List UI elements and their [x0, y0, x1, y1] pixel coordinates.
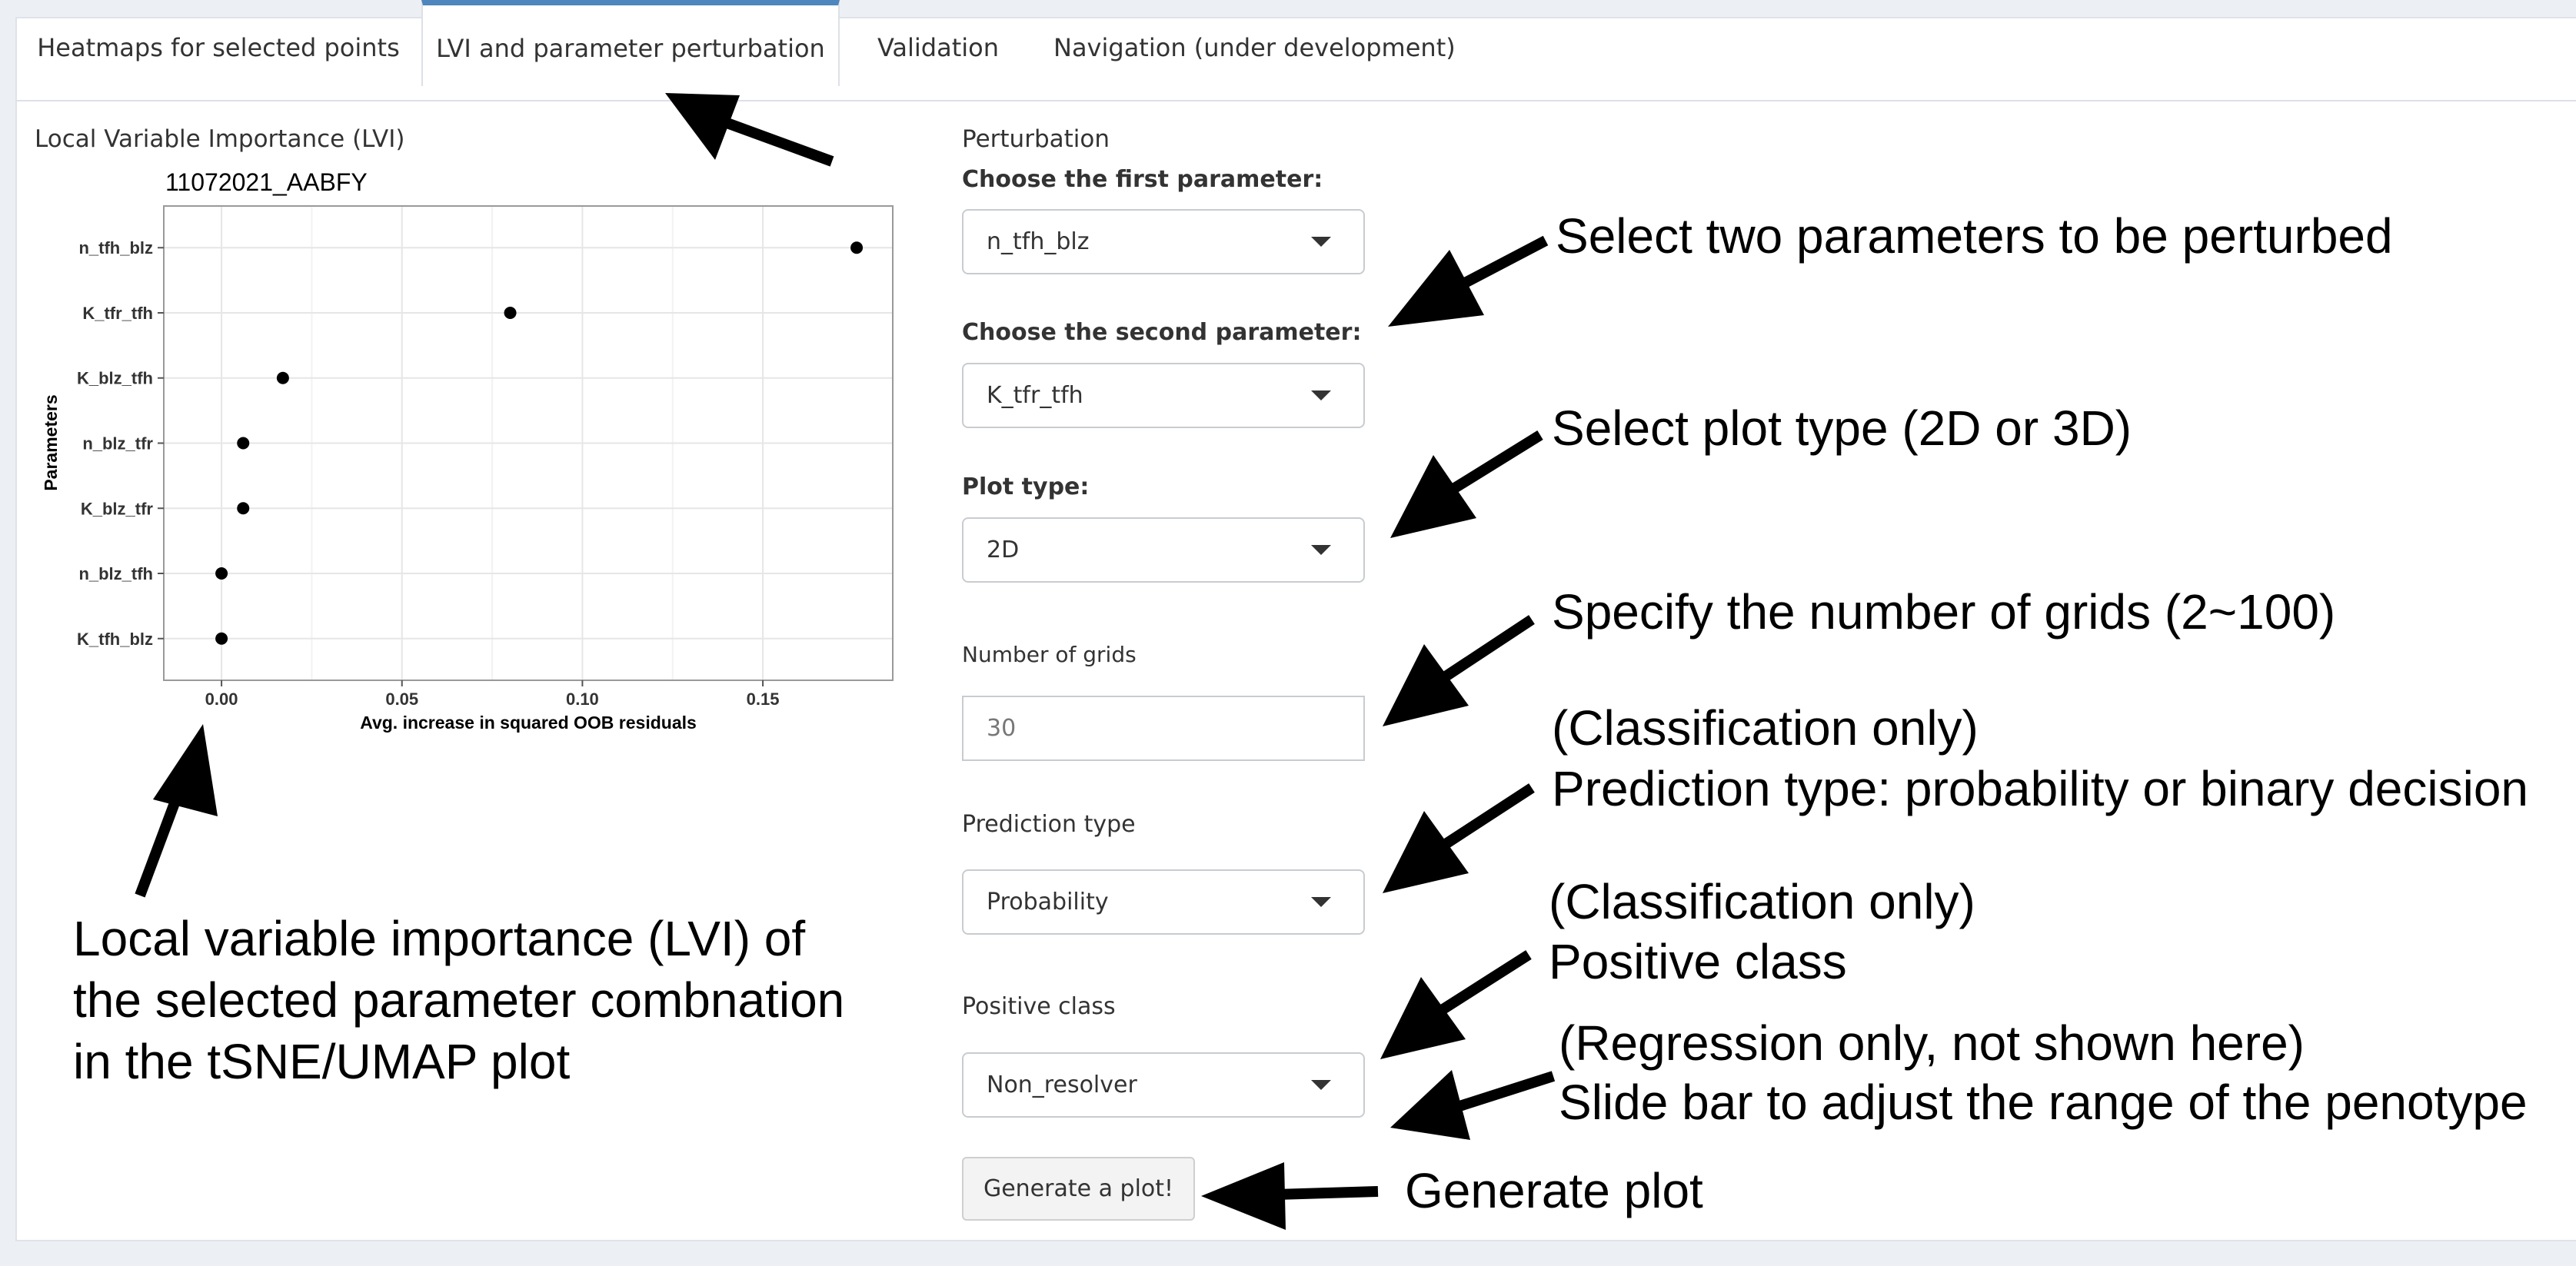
grids-value: 30	[987, 715, 1017, 742]
x-tick-labels: 0.00 0.05 0.10 0.15	[205, 680, 780, 709]
first-param-label: Choose the first parameter:	[962, 166, 1323, 193]
positive-class-select[interactable]: Non_resolver	[962, 1052, 1365, 1118]
chevron-down-icon	[1311, 237, 1331, 247]
positive-class-label: Positive class	[962, 993, 1116, 1020]
x-axis-label: Avg. increase in squared OOB residuals	[360, 713, 697, 733]
y-tick-label: K_tfh_blz	[77, 630, 153, 649]
data-point	[237, 502, 250, 515]
data-point	[215, 632, 228, 645]
annotation-regression-line2: Slide bar to adjust the range of the pen…	[1559, 1075, 2528, 1130]
y-tick-label: n_blz_tfh	[78, 564, 153, 583]
perturbation-section-title: Perturbation	[962, 125, 1110, 153]
annotation-lvi-line3: in the tSNE/UMAP plot	[73, 1034, 571, 1089]
chart-grid	[164, 206, 893, 680]
annotation-grids: Specify the number of grids (2~100)	[1552, 584, 2336, 640]
data-point	[504, 306, 517, 319]
annotation-select-params: Select two parameters to be perturbed	[1556, 208, 2393, 264]
plot-type-select[interactable]: 2D	[962, 517, 1365, 583]
y-tick-label: K_tfr_tfh	[82, 304, 153, 323]
y-tick-label: K_blz_tfr	[81, 499, 154, 518]
generate-plot-button[interactable]: Generate a plot!	[962, 1157, 1195, 1221]
chevron-down-icon	[1311, 545, 1331, 555]
tab-navigation[interactable]: Navigation (under development)	[1053, 0, 1456, 85]
annotation-prediction-line2: Prediction type: probability or binary d…	[1552, 761, 2528, 816]
lvi-chart: 11072021_AABFY n_tfh_blz K_tfr_tfh K_blz_t…	[41, 168, 894, 733]
chart-title: 11072021_AABFY	[165, 168, 368, 196]
y-axis-label: Parameters	[41, 394, 61, 490]
data-point	[850, 241, 864, 254]
prediction-type-value: Probability	[987, 889, 1109, 915]
second-param-label: Choose the second parameter:	[962, 319, 1362, 346]
data-point	[237, 437, 250, 450]
plot-type-label: Plot type:	[962, 474, 1090, 500]
second-param-select[interactable]: K_tfr_tfh	[962, 363, 1365, 428]
prediction-type-select[interactable]: Probability	[962, 869, 1365, 935]
annotation-prediction-line1: (Classification only)	[1552, 700, 1979, 756]
first-param-value: n_tfh_blz	[987, 228, 1090, 255]
annotation-lvi-line2: the selected parameter combnation	[73, 972, 845, 1028]
chevron-down-icon	[1311, 897, 1331, 907]
positive-class-value: Non_resolver	[987, 1072, 1137, 1098]
annotation-regression-line1: (Regression only, not shown here)	[1559, 1015, 2305, 1071]
second-param-value: K_tfr_tfh	[987, 382, 1083, 409]
annotation-positive-line2: Positive class	[1549, 934, 1847, 989]
annotation-generate: Generate plot	[1405, 1163, 1703, 1218]
y-tick-label: n_blz_tfr	[82, 434, 153, 454]
x-tick-label: 0.05	[385, 689, 418, 709]
data-point	[276, 371, 289, 384]
data-point	[215, 567, 228, 580]
chevron-down-icon	[1311, 390, 1331, 400]
prediction-type-label: Prediction type	[962, 811, 1136, 838]
y-tick-label: K_blz_tfh	[77, 369, 153, 388]
y-tick-label: n_tfh_blz	[78, 238, 153, 258]
annotation-positive-line1: (Classification only)	[1549, 874, 1975, 929]
grids-label: Number of grids	[962, 642, 1137, 667]
plot-type-value: 2D	[987, 537, 1020, 563]
chevron-down-icon	[1311, 1080, 1331, 1090]
grids-input[interactable]: 30	[962, 696, 1365, 761]
annotation-lvi-line1: Local variable importance (LVI) of	[73, 911, 806, 966]
annotation-plot-type: Select plot type (2D or 3D)	[1552, 400, 2132, 456]
x-tick-label: 0.00	[205, 689, 238, 709]
first-param-select[interactable]: n_tfh_blz	[962, 209, 1365, 274]
y-tick-labels: n_tfh_blz K_tfr_tfh K_blz_tfh n_blz_tfr K_bl…	[77, 238, 164, 649]
x-tick-label: 0.15	[747, 689, 780, 709]
x-tick-label: 0.10	[566, 689, 599, 709]
